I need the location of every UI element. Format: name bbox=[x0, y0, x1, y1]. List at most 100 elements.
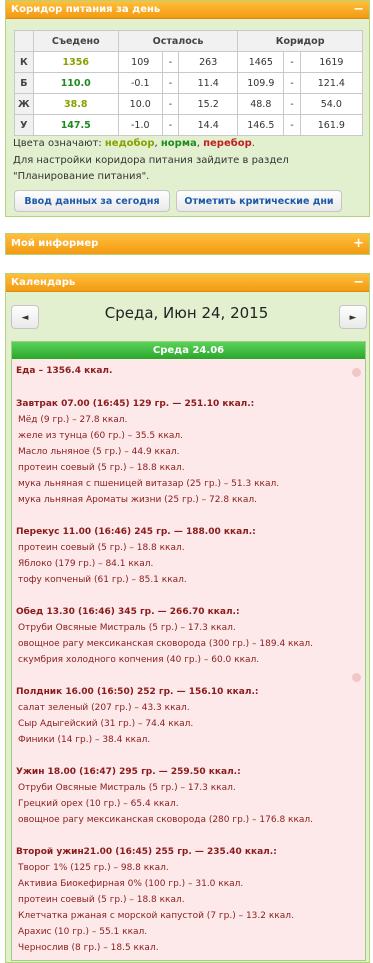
eaten-value: 1356 bbox=[32, 51, 119, 73]
corridor-dash: - bbox=[283, 72, 301, 94]
list-item: протеин соевый (5 гр.) – 18.8 ккал. bbox=[18, 895, 185, 905]
prev-day-button[interactable]: ◄ bbox=[11, 305, 39, 329]
row-label: Б bbox=[14, 72, 34, 94]
list-item: Арахис (10 гр.) – 55.1 ккал. bbox=[18, 927, 148, 937]
meal-heading-dinner: Ужин 18.00 (16:47) 295 гр. — 259.50 ккал… bbox=[16, 767, 241, 777]
table-row: Ж 38.8 10.0 - 15.2 48.8 - 54.0 bbox=[14, 93, 364, 115]
list-item: Отруби Овсяные Мистраль (5 гр.) – 17.3 к… bbox=[18, 623, 236, 633]
eaten-value: 38.8 bbox=[32, 93, 119, 115]
list-item: Масло льняное (5 гр.) – 44.9 ккал. bbox=[18, 447, 180, 457]
legend-prefix: Цвета означают: bbox=[13, 138, 105, 149]
corridor-max: 161.9 bbox=[299, 114, 364, 136]
mark-critical-days-button[interactable]: Отметить критические дни bbox=[176, 190, 342, 212]
calendar-panel-title: Календарь bbox=[11, 277, 76, 288]
left-dash: - bbox=[162, 114, 179, 136]
corridor-min: 48.8 bbox=[237, 93, 285, 115]
informer-panel-title: Мой информер bbox=[11, 238, 99, 249]
left-min: -1.0 bbox=[117, 114, 163, 136]
corridor-col-eaten: Съедено bbox=[32, 30, 119, 52]
list-item: протеин соевый (5 гр.) – 18.8 ккал. bbox=[18, 543, 185, 553]
corridor-max: 121.4 bbox=[299, 72, 364, 94]
left-dash: - bbox=[162, 51, 179, 73]
table-row: К 1356 109 - 263 1465 - 1619 bbox=[14, 51, 364, 73]
corridor-col-corridor: Коридор bbox=[237, 30, 363, 52]
row-label: У bbox=[14, 114, 34, 136]
list-item: тофу копченый (61 гр.) – 85.1 ккал. bbox=[18, 575, 187, 585]
corridor-panel: Коридор питания за день − Съедено Остало… bbox=[5, 0, 370, 217]
color-legend: Цвета означают: недобор, норма, перебор. bbox=[13, 138, 255, 149]
corridor-min: 1465 bbox=[237, 51, 285, 73]
corridor-panel-title: Коридор питания за день bbox=[11, 4, 161, 15]
row-label: К bbox=[14, 51, 34, 73]
meal-heading-afternoon-snack: Полдник 16.00 (16:50) 252 гр. — 156.10 к… bbox=[16, 687, 259, 697]
arrow-right-icon: ► bbox=[349, 313, 357, 323]
left-max: 15.2 bbox=[178, 93, 239, 115]
eaten-value: 147.5 bbox=[32, 114, 119, 136]
meal-icon bbox=[352, 673, 361, 682]
corridor-min: 146.5 bbox=[237, 114, 285, 136]
list-item: протеин соевый (5 гр.) – 18.8 ккал. bbox=[18, 463, 185, 473]
list-item: Мёд (9 гр.) – 27.8 ккал. bbox=[18, 415, 128, 425]
corridor-table-header-row: Съедено Осталось Коридор bbox=[14, 30, 363, 52]
list-item: желе из тунца (60 гр.) – 35.5 ккал. bbox=[18, 431, 184, 441]
list-item: Отруби Овсяные Мистраль (5 гр.) – 17.3 к… bbox=[18, 783, 236, 793]
calendar-date-title: Среда, Июн 24, 2015 bbox=[104, 304, 269, 322]
table-row: У 147.5 -1.0 - 14.4 146.5 - 161.9 bbox=[14, 114, 364, 136]
meal-heading-breakfast: Завтрак 07.00 (16:45) 129 гр. — 251.10 к… bbox=[16, 399, 255, 409]
expand-icon[interactable]: + bbox=[353, 234, 364, 254]
informer-panel: Мой информер + bbox=[5, 233, 370, 255]
informer-panel-header[interactable]: Мой информер + bbox=[6, 234, 369, 254]
list-item: овощное рагу мексиканская сковорода (280… bbox=[18, 815, 314, 825]
collapse-icon[interactable]: − bbox=[353, 274, 364, 292]
corridor-max: 54.0 bbox=[299, 93, 364, 115]
eaten-value: 110.0 bbox=[32, 72, 119, 94]
list-item: Активиа Биокефирная 0% (100 гр.) – 31.0 … bbox=[18, 879, 244, 889]
meal-heading-second-dinner: Второй ужин21.00 (16:45) 255 гр. — 235.4… bbox=[16, 847, 277, 857]
left-max: 14.4 bbox=[178, 114, 239, 136]
list-item: Чернослив (8 гр.) – 18.5 ккал. bbox=[18, 943, 159, 953]
corridor-dash: - bbox=[283, 93, 301, 115]
corridor-dash: - bbox=[283, 51, 301, 73]
day-header: Среда 24.06 bbox=[12, 342, 365, 359]
list-item: мука льняная Ароматы жизни (25 гр.) – 72… bbox=[18, 495, 257, 505]
enter-today-data-button[interactable]: Ввод данных за сегодня bbox=[14, 190, 170, 212]
list-item: Яблоко (179 гр.) – 84.1 ккал. bbox=[18, 559, 154, 569]
left-min: 109 bbox=[117, 51, 163, 73]
corridor-note-line2: "Планирование питания". bbox=[13, 171, 150, 182]
list-item: скумбрия холодного копчения (40 гр.) – 6… bbox=[18, 655, 260, 665]
list-item: Грецкий орех (10 гр.) – 65.4 ккал. bbox=[18, 799, 179, 809]
corridor-panel-header[interactable]: Коридор питания за день − bbox=[6, 1, 369, 19]
legend-under: недобор bbox=[104, 138, 155, 149]
list-item: Клетчатка ржаная с морской капустой (7 г… bbox=[18, 911, 294, 921]
row-label: Ж bbox=[14, 93, 34, 115]
list-item: овощное рагу мексиканская сковорода (300… bbox=[18, 639, 314, 649]
list-item: мука льняная с пшеницей витазар (25 гр.)… bbox=[18, 479, 280, 489]
corridor-max: 1619 bbox=[299, 51, 364, 73]
meal-heading-snack: Перекус 11.00 (16:46) 245 гр. — 188.00 к… bbox=[16, 527, 256, 537]
corridor-table: Съедено Осталось Коридор К 1356 109 - 26… bbox=[14, 30, 364, 136]
left-min: 10.0 bbox=[117, 93, 163, 115]
corridor-min: 109.9 bbox=[237, 72, 285, 94]
legend-norm: норма bbox=[160, 138, 197, 149]
legend-end: . bbox=[251, 138, 255, 149]
left-dash: - bbox=[162, 72, 179, 94]
collapse-icon[interactable]: − bbox=[353, 1, 364, 19]
arrow-left-icon: ◄ bbox=[21, 313, 29, 323]
meal-icon bbox=[352, 368, 361, 377]
left-max: 11.4 bbox=[178, 72, 239, 94]
list-item: Финики (14 гр.) – 38.4 ккал. bbox=[18, 735, 151, 745]
left-min: -0.1 bbox=[117, 72, 163, 94]
list-item: салат зеленый (207 гр.) – 43.3 ккал. bbox=[18, 703, 190, 713]
corridor-dash: - bbox=[283, 114, 301, 136]
day-diary: Среда 24.06 Еда – 1356.4 ккал. Завтрак 0… bbox=[11, 341, 366, 961]
legend-over: перебор bbox=[203, 138, 252, 149]
list-item: Творог 1% (125 гр.) – 98.8 ккал. bbox=[18, 863, 169, 873]
table-row: Б 110.0 -0.1 - 11.4 109.9 - 121.4 bbox=[14, 72, 364, 94]
corridor-note-line1: Для настройки коридора питания зайдите в… bbox=[13, 155, 289, 166]
diary-total: Еда – 1356.4 ккал. bbox=[16, 366, 113, 376]
left-dash: - bbox=[162, 93, 179, 115]
meal-heading-lunch: Обед 13.30 (16:46) 345 гр. — 266.70 ккал… bbox=[16, 607, 240, 617]
corridor-col-blank bbox=[14, 30, 34, 52]
next-day-button[interactable]: ► bbox=[339, 305, 367, 329]
calendar-panel-header[interactable]: Календарь − bbox=[6, 274, 369, 292]
